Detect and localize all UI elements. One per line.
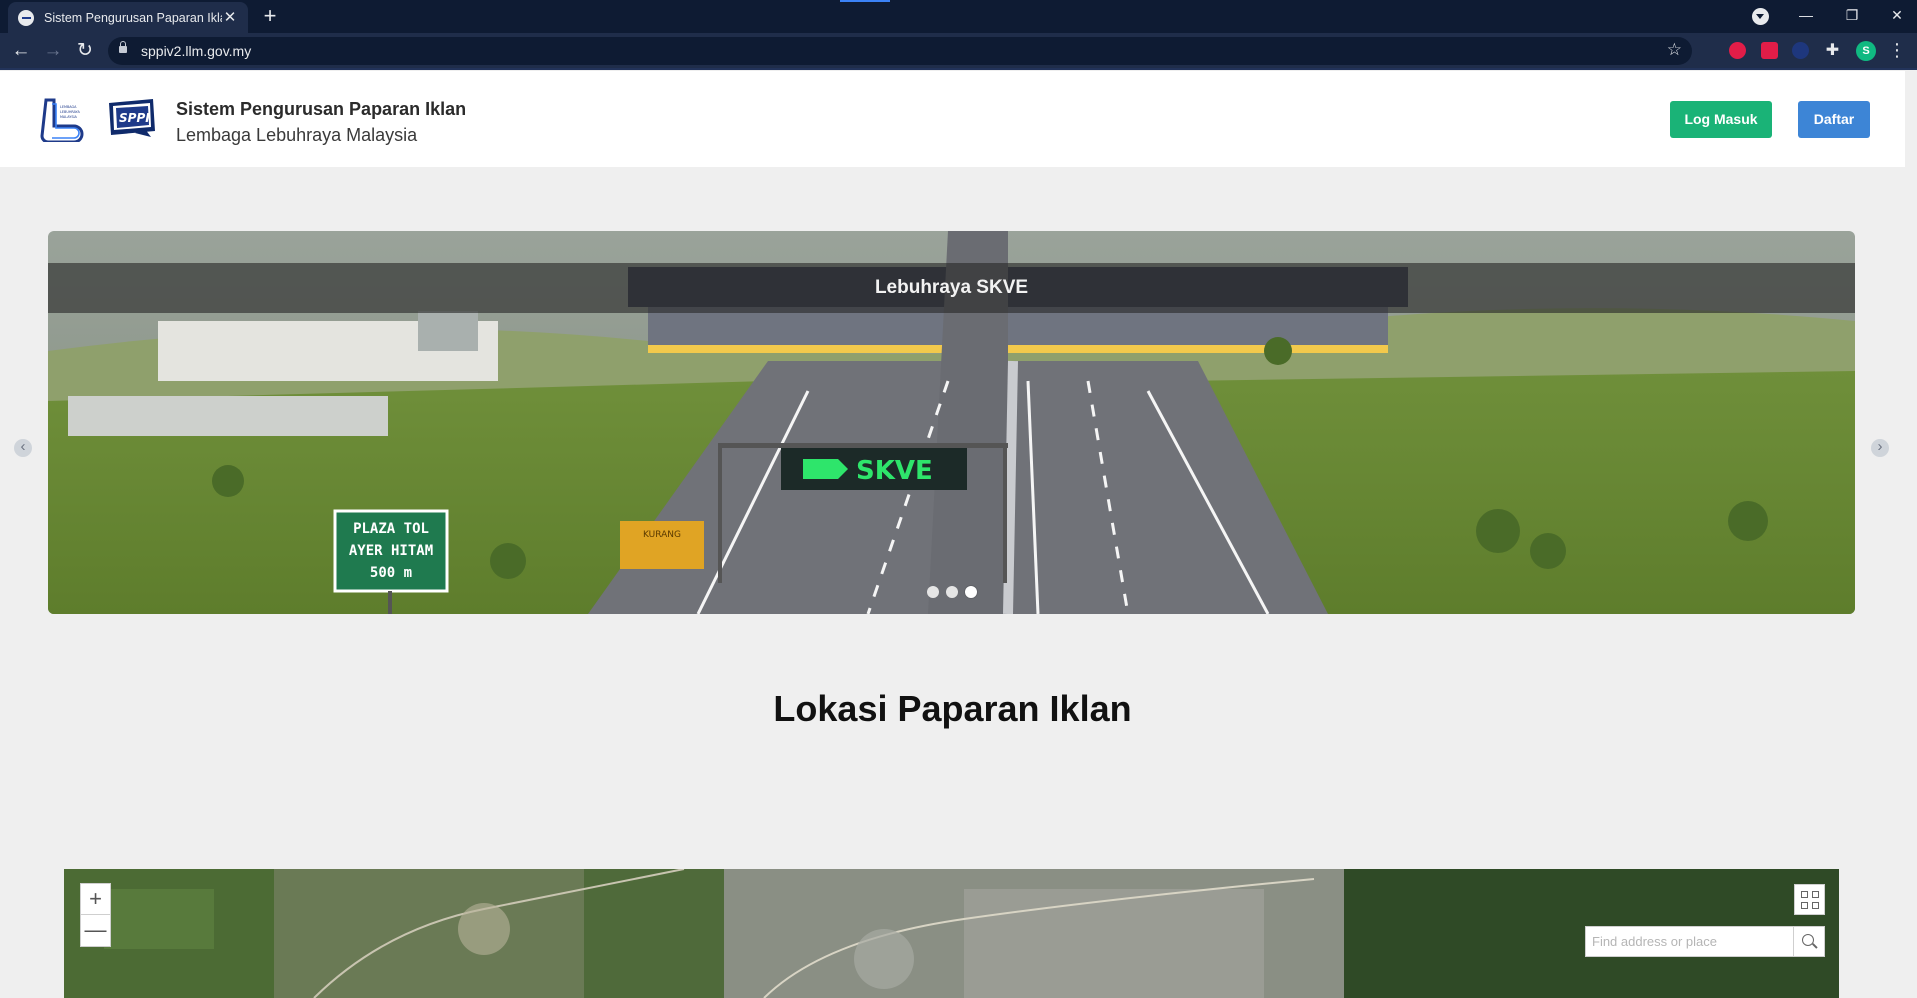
browser-toolbar: ← → ↻ sppiv2.llm.gov.my ☆ ✚ S ⋮ bbox=[0, 33, 1917, 70]
extension-video-icon[interactable] bbox=[1761, 42, 1778, 59]
url-text[interactable]: sppiv2.llm.gov.my bbox=[141, 43, 251, 59]
carousel-prev-icon[interactable]: ‹ bbox=[14, 439, 32, 457]
svg-text:KURANG: KURANG bbox=[643, 530, 681, 540]
restore-button[interactable]: ❐ bbox=[1832, 3, 1872, 27]
reload-icon[interactable]: ↻ bbox=[73, 39, 97, 63]
close-tab-icon[interactable]: ✕ bbox=[222, 10, 238, 26]
zoom-in-button[interactable]: + bbox=[81, 884, 110, 915]
carousel-caption: Lebuhraya SKVE bbox=[48, 263, 1855, 313]
llm-logo[interactable]: LEMBAGA LEBUHRAYA MALAYSIA bbox=[40, 96, 88, 142]
carousel-dot[interactable] bbox=[926, 586, 939, 598]
map-search-input[interactable] bbox=[1586, 927, 1793, 956]
forward-arrow-icon[interactable]: → bbox=[41, 39, 65, 63]
llm-logo-text: LEMBAGA bbox=[60, 105, 77, 109]
register-button[interactable]: Daftar bbox=[1798, 101, 1870, 138]
location-map[interactable]: + — bbox=[64, 869, 1839, 998]
sppi-logo[interactable]: SPPI bbox=[105, 97, 159, 141]
site-header: LEMBAGA LEBUHRAYA MALAYSIA SPPI Sistem P… bbox=[0, 71, 1905, 167]
tab-title: Sistem Pengurusan Paparan Iklan bbox=[44, 10, 222, 25]
profile-avatar[interactable]: S bbox=[1856, 41, 1876, 61]
new-tab-button[interactable]: + bbox=[258, 5, 282, 29]
close-window-button[interactable]: ✕ bbox=[1877, 3, 1917, 27]
svg-text:LEBUHRAYA: LEBUHRAYA bbox=[60, 110, 80, 114]
site-title: Sistem Pengurusan Paparan Iklan bbox=[176, 99, 467, 119]
carousel-indicators bbox=[48, 586, 1855, 598]
svg-text:PLAZA TOL: PLAZA TOL bbox=[353, 521, 429, 537]
skve-sign-text: SKVE bbox=[856, 456, 933, 486]
map-zoom-control: + — bbox=[80, 883, 111, 947]
extension-translate-icon[interactable] bbox=[1792, 42, 1809, 59]
back-arrow-icon[interactable]: ← bbox=[9, 39, 33, 63]
svg-text:SPPI: SPPI bbox=[119, 111, 150, 125]
qr-grid-icon[interactable] bbox=[1794, 884, 1825, 915]
svg-text:AYER HITAM: AYER HITAM bbox=[349, 543, 433, 559]
address-bar[interactable]: sppiv2.llm.gov.my ☆ bbox=[108, 37, 1692, 65]
browser-menu-icon[interactable]: ⋮ bbox=[1888, 41, 1906, 61]
carousel-next-icon[interactable]: › bbox=[1871, 439, 1889, 457]
site-subtitle: Lembaga Lebuhraya Malaysia bbox=[176, 125, 418, 145]
browser-tabstrip: Sistem Pengurusan Paparan Iklan ✕ + — ❐ … bbox=[0, 0, 1917, 33]
search-icon[interactable] bbox=[1793, 927, 1824, 956]
browser-tab[interactable]: Sistem Pengurusan Paparan Iklan ✕ bbox=[8, 2, 248, 33]
site-favicon-icon bbox=[18, 9, 34, 26]
tab-search-icon[interactable] bbox=[1752, 8, 1769, 25]
zoom-out-button[interactable]: — bbox=[81, 915, 110, 946]
carousel-dot-active[interactable] bbox=[964, 586, 977, 598]
carousel-dot[interactable] bbox=[945, 586, 958, 598]
section-title: Lokasi Paparan Iklan bbox=[773, 688, 1132, 729]
lock-icon bbox=[119, 41, 127, 53]
bookmark-star-icon[interactable]: ☆ bbox=[1667, 40, 1682, 60]
login-button[interactable]: Log Masuk bbox=[1670, 101, 1772, 138]
extensions-puzzle-icon[interactable]: ✚ bbox=[1824, 42, 1841, 59]
svg-text:MALAYSIA: MALAYSIA bbox=[60, 115, 77, 119]
svg-text:500 m: 500 m bbox=[370, 565, 412, 581]
minimize-button[interactable]: — bbox=[1786, 3, 1826, 27]
map-search-box bbox=[1585, 926, 1825, 957]
tab-loading-indicator bbox=[840, 0, 890, 2]
satellite-map-image bbox=[64, 869, 1839, 998]
extension-adblock-icon[interactable] bbox=[1729, 42, 1746, 59]
hero-carousel[interactable]: SKVE PLAZA TOL AYER HITAM 500 m KURANG L… bbox=[48, 231, 1855, 614]
